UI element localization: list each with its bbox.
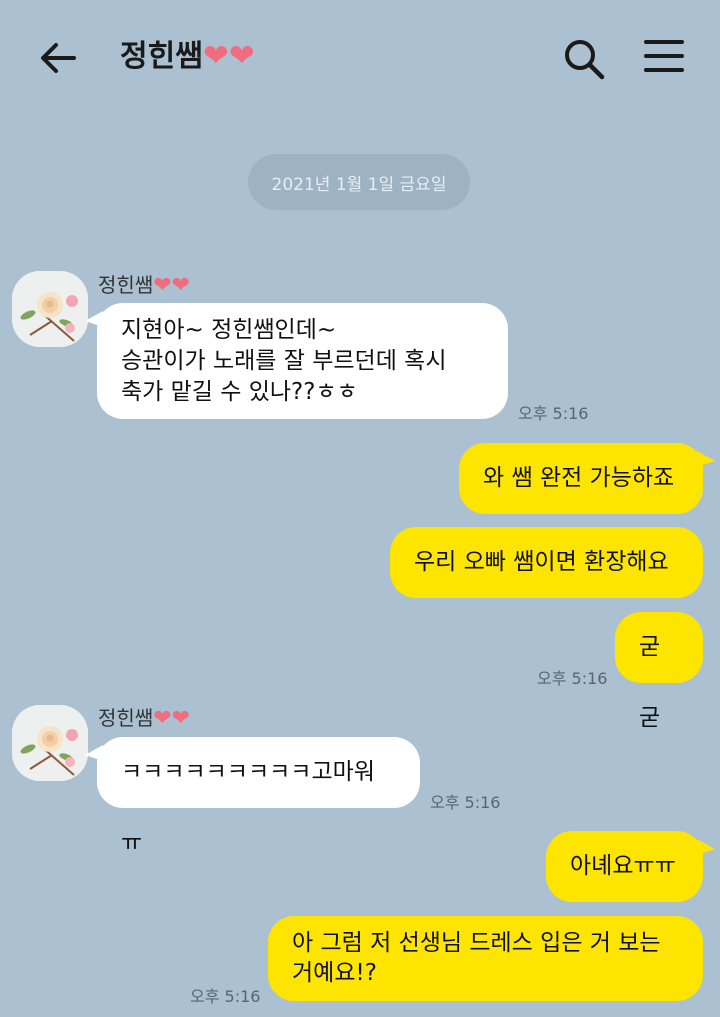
message-line: 아 그럼 저 선생님 드레스 입은 거 보는 xyxy=(292,930,661,956)
message-bubble-outgoing[interactable]: 우리 오빠 쌤이면 환장해요 xyxy=(390,527,703,598)
rose-avatar-icon xyxy=(12,271,88,347)
heart-icon: ❤❤ xyxy=(153,273,191,298)
sender-name: 정힌쌤❤❤ xyxy=(98,271,190,300)
message-bubble-outgoing[interactable]: 와 쌤 완전 가능하죠 xyxy=(459,443,715,514)
message-text: 굳굳 xyxy=(639,634,661,731)
heart-icon: ❤❤ xyxy=(202,38,255,74)
heart-icon: ❤❤ xyxy=(153,706,191,731)
message-time: 오후 5:16 xyxy=(190,987,261,1006)
message-line: 지현아~ 정힌쌤인데~ xyxy=(121,317,337,343)
message-bubble-incoming[interactable]: 지현아~ 정힌쌤인데~ 승관이가 노래를 잘 부르던데 혹시 축가 맡길 수 있… xyxy=(85,303,508,419)
message-text: ㅋㅋㅋㅋㅋㅋㅋㅋㅋ고마워 ㅠ xyxy=(121,759,375,856)
chat-title: 정힌쌤❤❤ xyxy=(120,34,255,79)
sender-name: 정힌쌤❤❤ xyxy=(98,704,190,733)
message-line: 거예요!? xyxy=(292,960,377,986)
menu-icon[interactable] xyxy=(643,38,685,74)
sender-name-text: 정힌쌤 xyxy=(98,706,154,730)
chat-header: 정힌쌤❤❤ xyxy=(0,0,720,112)
message-line: 축가 맡길 수 있나??ㅎㅎ xyxy=(121,379,358,405)
message-time: 오후 5:16 xyxy=(430,793,501,812)
message-text: 와 쌤 완전 가능하죠 xyxy=(483,465,675,491)
rose-avatar-icon xyxy=(12,705,88,781)
message-time: 오후 5:16 xyxy=(518,404,589,423)
message-bubble-incoming[interactable]: ㅋㅋㅋㅋㅋㅋㅋㅋㅋ고마워 ㅠ xyxy=(85,737,420,856)
message-bubble-outgoing[interactable]: 아녜요ㅠㅠ xyxy=(546,831,715,902)
avatar[interactable] xyxy=(12,705,88,781)
message-bubble-outgoing[interactable]: 아 그럼 저 선생님 드레스 입은 거 보는 거예요!? xyxy=(268,916,703,1001)
search-icon[interactable] xyxy=(561,36,607,82)
back-arrow-icon[interactable] xyxy=(36,36,80,80)
chat-title-text: 정힌쌤 xyxy=(120,39,203,74)
sender-name-text: 정힌쌤 xyxy=(98,273,154,297)
message-time: 오후 5:16 xyxy=(537,669,608,688)
date-divider: 2021년 1월 1일 금요일 xyxy=(248,154,470,210)
message-line: 승관이가 노래를 잘 부르던데 혹시 xyxy=(121,348,447,374)
avatar[interactable] xyxy=(12,271,88,347)
message-text: 우리 오빠 쌤이면 환장해요 xyxy=(414,549,669,575)
message-text: 아녜요ㅠㅠ xyxy=(570,853,676,879)
message-bubble-outgoing[interactable]: 굳굳 xyxy=(615,612,703,731)
